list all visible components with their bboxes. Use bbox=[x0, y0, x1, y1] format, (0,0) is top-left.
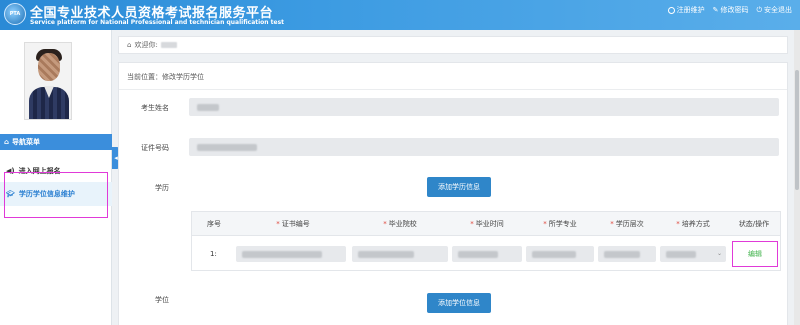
nav-menu-title: 导航菜单 bbox=[12, 138, 41, 146]
site-subtitle: Service platform for National Profession… bbox=[30, 19, 285, 26]
edu-level-select[interactable] bbox=[598, 246, 656, 262]
id-field bbox=[189, 138, 779, 156]
education-table: 序号 * 证书编号 * 毕业院校 * 毕业时间 * 所学专业 * 学历层次 * 培养方式 状… bbox=[191, 211, 781, 271]
register-maintenance-label: 注册维护 bbox=[676, 6, 705, 14]
divider bbox=[119, 89, 787, 90]
sidebar: ⌂ 导航菜单 ◀) 进入网上报名 🎓︎ 学历学位信息维护 bbox=[0, 30, 112, 325]
nav-menu-header: ⌂ 导航菜单 bbox=[0, 134, 112, 150]
info-icon bbox=[667, 6, 675, 14]
user-icon: ⌂ bbox=[127, 41, 132, 49]
app-header: PTA 全国专业技术人员资格考试报名服务平台 Service platform … bbox=[0, 0, 800, 30]
highlight-box-edit: 编辑 bbox=[732, 241, 778, 267]
table-header-row: 序号 * 证书编号 * 毕业院校 * 毕业时间 * 所学专业 * 学历层次 * 培养方式 状… bbox=[192, 212, 780, 236]
name-field bbox=[189, 98, 779, 116]
edit-icon: ✎ bbox=[712, 6, 719, 14]
degree-label: 学位 bbox=[155, 296, 169, 304]
header-links: 注册维护 ✎ 修改密码 ⏻ 安全退出 bbox=[667, 5, 792, 15]
scrollbar-thumb[interactable] bbox=[795, 70, 799, 190]
change-password-link[interactable]: ✎ 修改密码 bbox=[713, 5, 749, 15]
chevron-down-icon: ⌄ bbox=[716, 250, 722, 257]
table-row: 1: ⌄ 编辑 bbox=[192, 236, 780, 272]
add-education-button[interactable]: 添加学历信息 bbox=[427, 177, 491, 197]
col-header-school: * 毕业院校 bbox=[383, 220, 417, 228]
name-label: 考生姓名 bbox=[141, 104, 169, 112]
redacted-name bbox=[197, 103, 219, 111]
power-icon: ⏻ bbox=[756, 5, 762, 14]
main-panel: 当前位置：修改学历学位 考生姓名 证件号码 学历 添加学历信息 序号 * 证书编号… bbox=[118, 62, 788, 325]
breadcrumb: 当前位置：修改学历学位 bbox=[127, 73, 204, 81]
study-mode-select[interactable]: ⌄ bbox=[660, 246, 726, 262]
redacted-username bbox=[160, 42, 177, 48]
page-scrollbar[interactable] bbox=[794, 30, 800, 325]
pta-logo: PTA bbox=[4, 3, 26, 25]
highlight-box-sidebar bbox=[4, 172, 108, 218]
col-header-status-action: 状态/操作 bbox=[738, 220, 770, 228]
id-label: 证件号码 bbox=[141, 144, 169, 152]
home-icon: ⌂ bbox=[4, 138, 10, 146]
register-maintenance-link[interactable]: 注册维护 bbox=[667, 5, 705, 15]
cert-no-input[interactable] bbox=[236, 246, 346, 262]
col-header-no: 序号 bbox=[207, 220, 221, 228]
add-degree-button[interactable]: 添加学位信息 bbox=[427, 293, 491, 313]
col-header-study-mode: * 培养方式 bbox=[676, 220, 710, 228]
logout-link[interactable]: ⏻ 安全退出 bbox=[756, 5, 792, 15]
school-input[interactable] bbox=[352, 246, 448, 262]
logout-label: 安全退出 bbox=[764, 6, 792, 14]
col-header-major: * 所学专业 bbox=[543, 220, 577, 228]
welcome-bar: ⌂ 欢迎你: bbox=[118, 36, 788, 54]
education-label: 学历 bbox=[155, 184, 169, 192]
user-photo bbox=[24, 42, 72, 120]
col-header-edu-level: * 学历层次 bbox=[610, 220, 644, 228]
redacted-id bbox=[197, 143, 257, 151]
welcome-label: 欢迎你: bbox=[134, 41, 158, 49]
col-header-cert-no: * 证书编号 bbox=[276, 220, 310, 228]
major-input[interactable] bbox=[526, 246, 594, 262]
col-header-grad-time: * 毕业时间 bbox=[470, 220, 504, 228]
grad-time-input[interactable] bbox=[452, 246, 522, 262]
row-number: 1: bbox=[210, 250, 217, 258]
logo-text: PTA bbox=[9, 11, 21, 17]
edit-link[interactable]: 编辑 bbox=[748, 249, 762, 259]
change-password-label: 修改密码 bbox=[720, 6, 749, 14]
